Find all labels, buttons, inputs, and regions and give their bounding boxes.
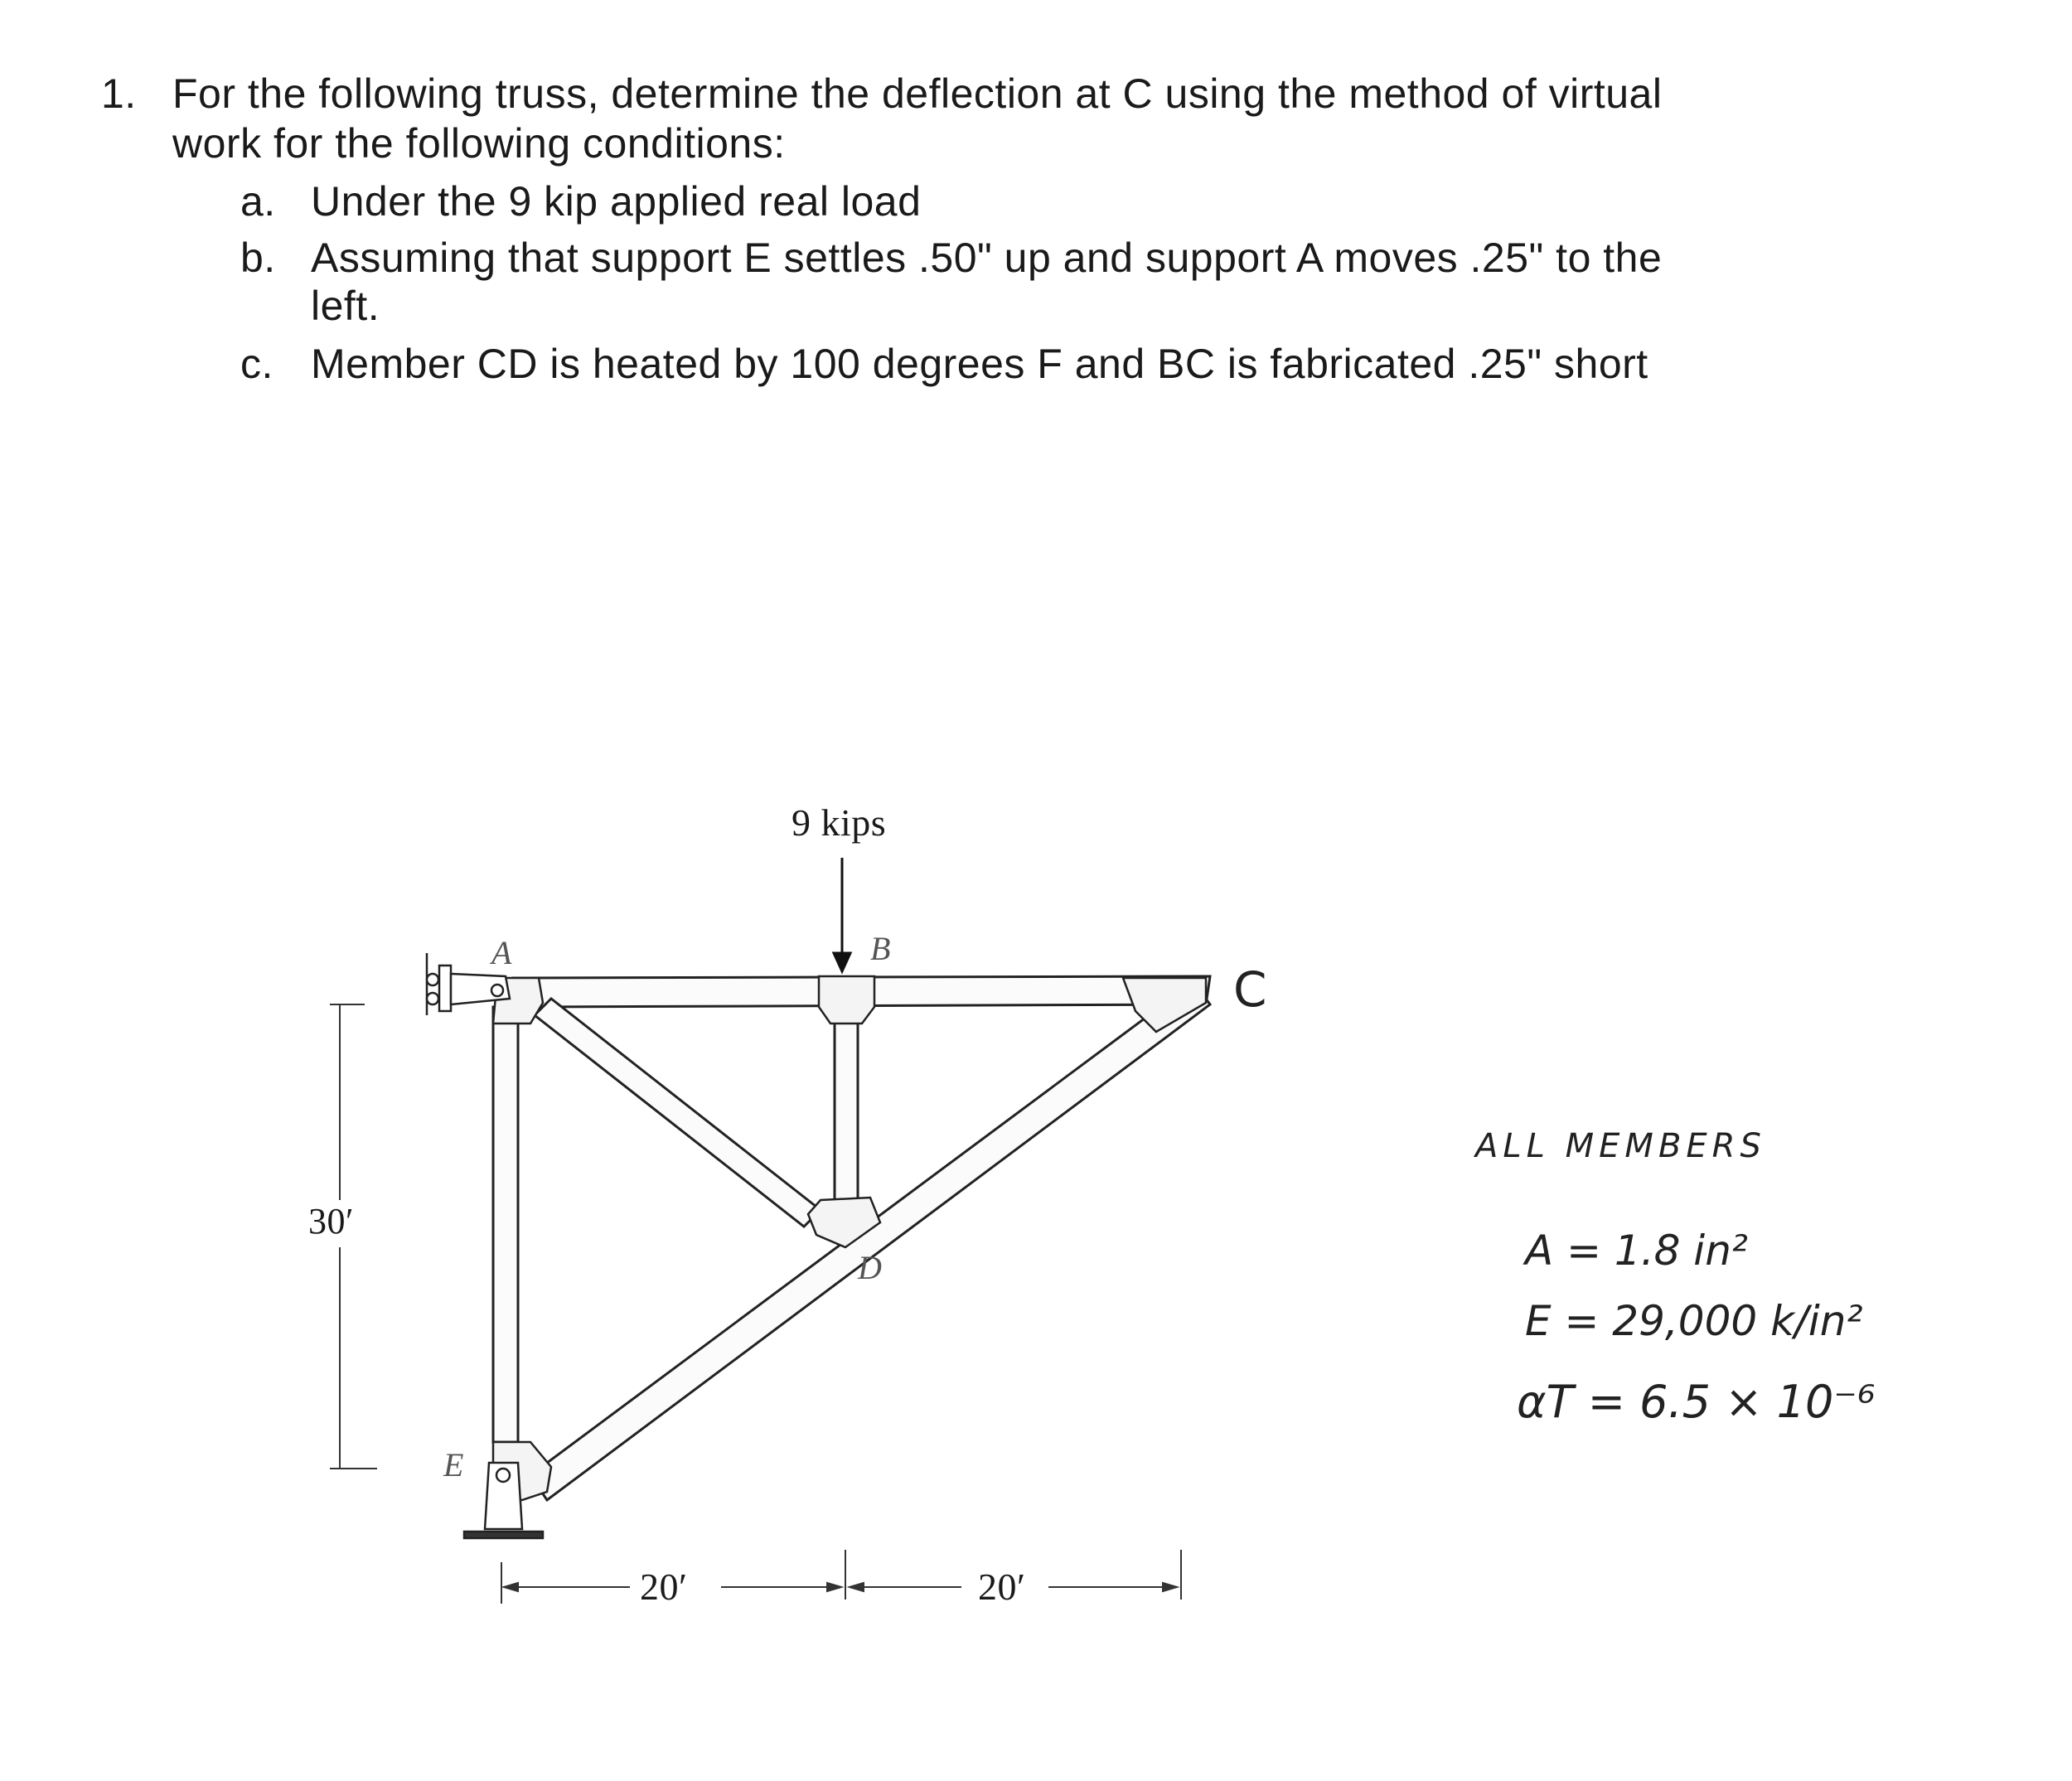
notes-modulus: E = 29,000 k/in²	[1525, 1297, 1863, 1345]
load-label: 9 kips	[792, 801, 887, 844]
dimension-span-left-label: 20′	[640, 1566, 688, 1608]
member-bd	[833, 1018, 859, 1203]
joint-label-d: D	[858, 1249, 883, 1286]
joint-label-b: B	[870, 930, 891, 967]
load-arrow	[831, 858, 853, 975]
dimension-span-right-label: 20′	[978, 1566, 1026, 1608]
notes-heading: ALL MEMBERS	[1475, 1127, 1766, 1165]
member-ae	[491, 1005, 520, 1444]
joint-label-c: C	[1233, 961, 1267, 1018]
gusset-b	[817, 975, 876, 1025]
joint-label-e: E	[443, 1446, 464, 1483]
member-ad	[532, 996, 823, 1229]
dimension-height-label: 30′	[308, 1201, 355, 1241]
dimension-span	[501, 1550, 1182, 1604]
notes-thermal-coeff: αT = 6.5 × 10⁻⁶	[1517, 1376, 1876, 1428]
truss-diagram	[330, 858, 1213, 1604]
member-ec	[528, 980, 1213, 1503]
notes-area: A = 1.8 in²	[1525, 1227, 1748, 1275]
joint-label-a: A	[491, 934, 512, 971]
